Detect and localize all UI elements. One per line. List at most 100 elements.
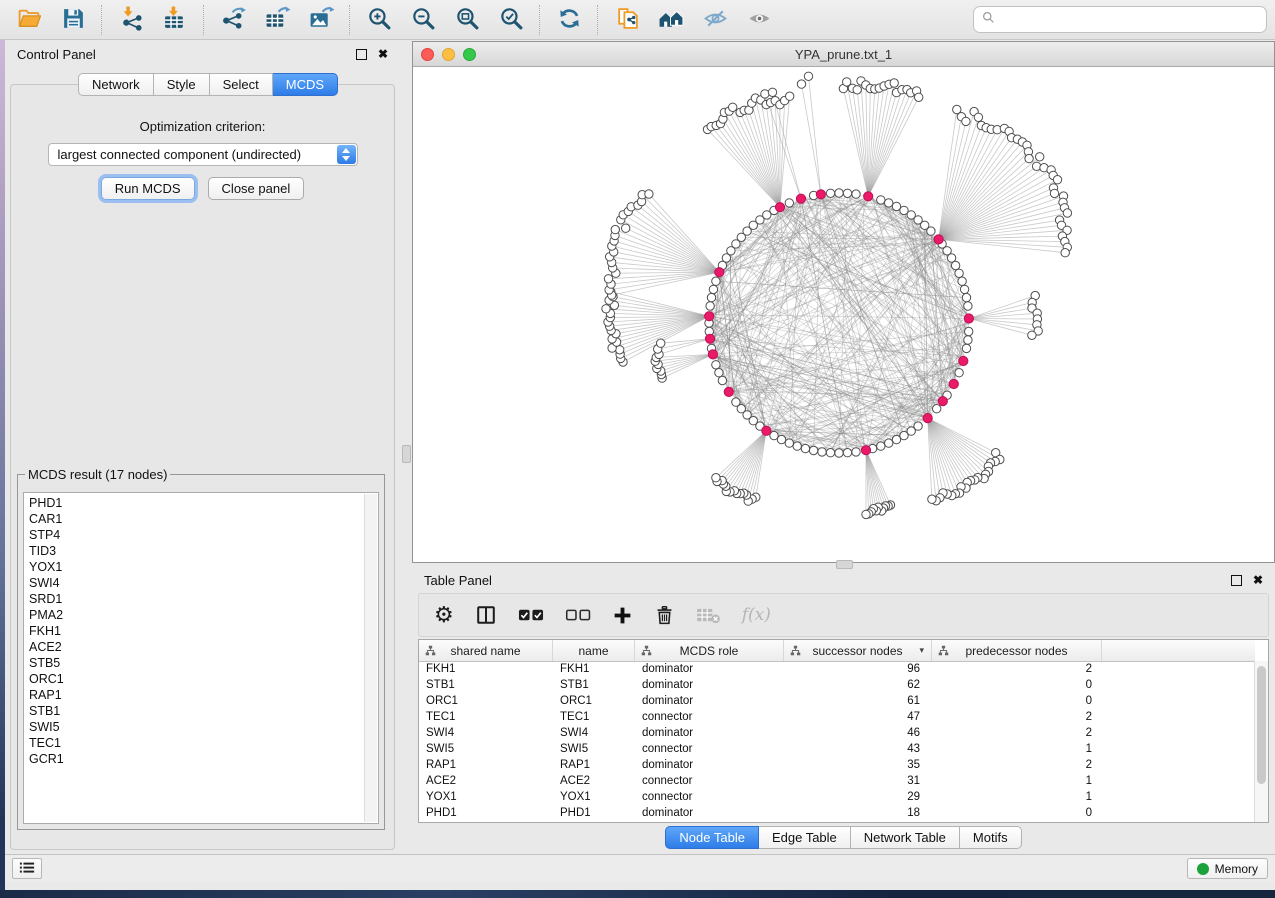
export-network-button[interactable]	[212, 3, 254, 37]
deselect-all-button[interactable]	[565, 608, 591, 622]
column-header-shared-name[interactable]: shared name	[419, 640, 553, 661]
network-node[interactable]	[955, 369, 963, 377]
mcds-hub-node[interactable]	[934, 235, 943, 244]
network-node[interactable]	[611, 225, 619, 233]
network-node[interactable]	[955, 269, 963, 277]
network-node[interactable]	[862, 510, 870, 518]
table-row-ACE2[interactable]: ACE2ACE2connector311	[419, 773, 1255, 789]
column-header-name[interactable]: name	[553, 640, 635, 661]
result-list-scrollbar[interactable]	[364, 494, 377, 822]
network-node[interactable]	[645, 190, 653, 198]
zoom-out-button[interactable]	[402, 3, 444, 37]
network-node[interactable]	[712, 361, 720, 369]
network-node[interactable]	[962, 293, 970, 301]
tab-style[interactable]: Style	[154, 73, 210, 96]
network-node[interactable]	[801, 444, 809, 452]
column-header-MCDS-role[interactable]: MCDS role	[635, 640, 784, 661]
table-row-PHD1[interactable]: PHD1PHD1dominator180	[419, 805, 1255, 821]
network-node[interactable]	[962, 344, 970, 352]
network-node[interactable]	[853, 86, 861, 94]
close-panel-button[interactable]: Close panel	[208, 177, 305, 200]
tab-network[interactable]: Network	[78, 73, 154, 96]
network-node[interactable]	[835, 189, 843, 197]
tab-select[interactable]: Select	[210, 73, 273, 96]
mcds-hub-node[interactable]	[796, 194, 805, 203]
network-node[interactable]	[732, 398, 740, 406]
tab-motifs[interactable]: Motifs	[960, 826, 1022, 849]
network-node[interactable]	[826, 189, 834, 197]
network-node[interactable]	[786, 92, 794, 100]
mcds-hub-node[interactable]	[705, 312, 714, 321]
network-node[interactable]	[1028, 331, 1036, 339]
network-node[interactable]	[804, 72, 812, 80]
network-node[interactable]	[706, 302, 714, 310]
network-node[interactable]	[761, 90, 769, 98]
mcds-hub-node[interactable]	[708, 350, 717, 359]
network-node[interactable]	[890, 79, 898, 87]
mcds-hub-node[interactable]	[715, 268, 724, 277]
network-node[interactable]	[928, 495, 936, 503]
run-mcds-button[interactable]: Run MCDS	[101, 177, 195, 200]
zoom-fit-button[interactable]	[446, 3, 488, 37]
copy-network-button[interactable]	[606, 3, 648, 37]
network-node[interactable]	[915, 93, 923, 101]
mcds-hub-node[interactable]	[864, 192, 873, 201]
network-node[interactable]	[602, 305, 610, 313]
mcds-hub-node[interactable]	[959, 356, 968, 365]
network-node[interactable]	[933, 405, 941, 413]
mcds-hub-node[interactable]	[964, 314, 973, 323]
network-node[interactable]	[958, 277, 966, 285]
column-settings-button[interactable]: ⚙	[434, 604, 454, 626]
network-node[interactable]	[785, 199, 793, 207]
network-node[interactable]	[809, 446, 817, 454]
refresh-button[interactable]	[548, 3, 590, 37]
select-all-button[interactable]	[518, 608, 544, 622]
table-scrollbar-thumb[interactable]	[1257, 666, 1266, 784]
close-table-panel-icon[interactable]: ✖	[1253, 574, 1263, 586]
network-node[interactable]	[951, 261, 959, 269]
close-window-traffic-light[interactable]	[421, 48, 434, 61]
network-node[interactable]	[852, 190, 860, 198]
network-node[interactable]	[885, 199, 893, 207]
network-node[interactable]	[818, 448, 826, 456]
network-node[interactable]	[1061, 249, 1069, 257]
zoom-window-traffic-light[interactable]	[463, 48, 476, 61]
network-node[interactable]	[604, 275, 612, 283]
show-hidden-button[interactable]	[738, 3, 780, 37]
criterion-select[interactable]: largest connected component (undirected)	[48, 143, 358, 166]
network-node[interactable]	[892, 435, 900, 443]
table-row-ORC1[interactable]: ORC1ORC1dominator610	[419, 693, 1255, 709]
network-node[interactable]	[657, 339, 665, 347]
table-row-FKH1[interactable]: FKH1FKH1dominator962	[419, 661, 1255, 677]
network-node[interactable]	[1025, 154, 1033, 162]
export-image-button[interactable]	[300, 3, 342, 37]
zoom-selected-button[interactable]	[490, 3, 532, 37]
tab-network-table[interactable]: Network Table	[851, 826, 960, 849]
home-networks-button[interactable]	[650, 3, 692, 37]
table-row-RAP1[interactable]: RAP1RAP1dominator352	[419, 757, 1255, 773]
memory-button[interactable]: Memory	[1187, 858, 1268, 879]
network-node[interactable]	[964, 336, 972, 344]
tab-mcds[interactable]: MCDS	[273, 73, 338, 96]
network-node[interactable]	[962, 117, 970, 125]
mcds-hub-node[interactable]	[923, 414, 932, 423]
tab-edge-table[interactable]: Edge Table	[759, 826, 851, 849]
vertical-splitter[interactable]	[400, 41, 412, 854]
network-node[interactable]	[715, 369, 723, 377]
network-node[interactable]	[965, 327, 973, 335]
mcds-hub-node[interactable]	[861, 446, 870, 455]
network-node[interactable]	[964, 302, 972, 310]
table-row-STB1[interactable]: STB1STB1dominator620	[419, 677, 1255, 693]
minimize-window-traffic-light[interactable]	[442, 48, 455, 61]
column-header-predecessor-nodes[interactable]: predecessor nodes	[932, 640, 1102, 661]
network-node[interactable]	[826, 449, 834, 457]
network-node[interactable]	[718, 376, 726, 384]
network-node[interactable]	[1036, 153, 1044, 161]
mcds-hub-node[interactable]	[705, 334, 714, 343]
float-table-panel-icon[interactable]	[1231, 575, 1242, 586]
network-node[interactable]	[616, 346, 624, 354]
network-node[interactable]	[835, 449, 843, 457]
network-node[interactable]	[712, 474, 720, 482]
network-node[interactable]	[709, 285, 717, 293]
network-window-titlebar[interactable]: YPA_prune.txt_1	[413, 42, 1274, 67]
